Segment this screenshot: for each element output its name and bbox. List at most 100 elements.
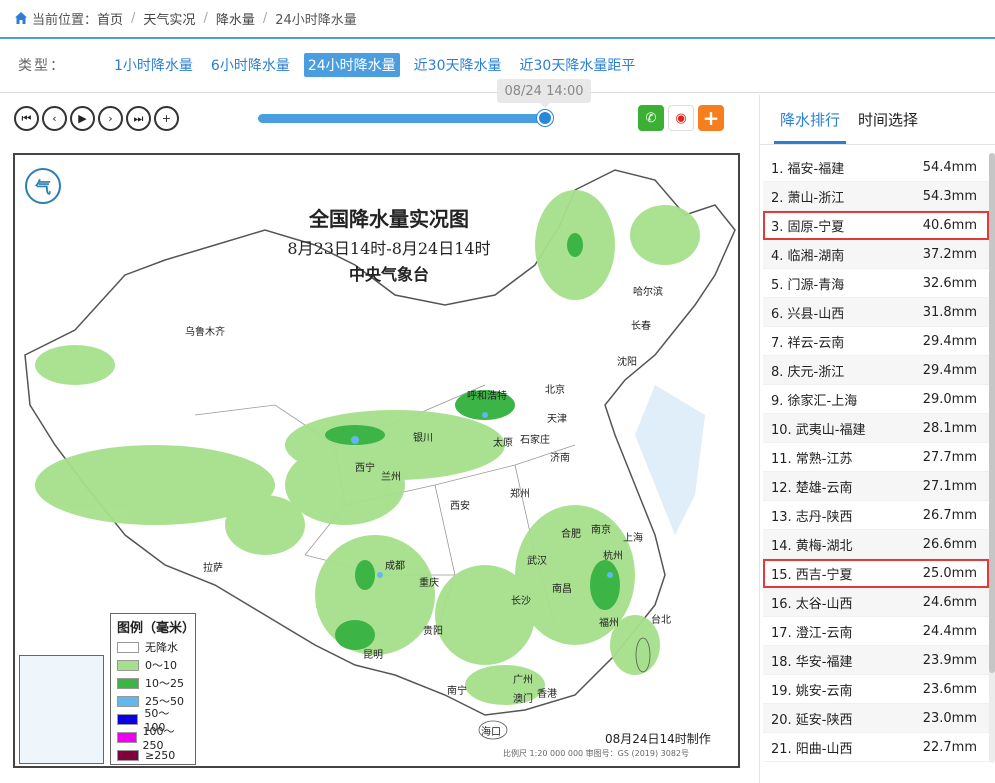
- ranking-row[interactable]: 14. 黄梅-湖北 26.6mm: [763, 530, 989, 559]
- station-name: 12. 楚雄-云南: [771, 480, 853, 496]
- type-selector: 类型： 1小时降水量 6小时降水量 24小时降水量 近30天降水量 近30天降水…: [0, 50, 995, 80]
- city-label: 杭州: [603, 551, 623, 562]
- city-label: 武汉: [527, 556, 547, 567]
- wechat-icon[interactable]: ✆: [638, 105, 664, 131]
- play-icon[interactable]: ▶: [70, 106, 95, 131]
- weibo-icon[interactable]: ◉: [668, 105, 694, 131]
- type-option-1h[interactable]: 1小时降水量: [110, 53, 197, 77]
- city-label: 北京: [545, 385, 565, 396]
- ranking-row[interactable]: 12. 楚雄-云南 27.1mm: [763, 472, 989, 501]
- city-label: 银川: [413, 433, 433, 444]
- city-label: 台北: [651, 615, 671, 626]
- legend-swatch: [117, 731, 137, 743]
- panel-tabs: 降水排行 时间选择: [760, 95, 995, 145]
- breadcrumb-precip[interactable]: 降水量: [216, 9, 255, 28]
- legend-item: 100～250: [117, 725, 189, 752]
- city-label: 广州: [513, 675, 533, 686]
- type-option-24h[interactable]: 24小时降水量: [303, 53, 400, 77]
- ranking-row-highlighted[interactable]: 3. 固原-宁夏 40.6mm: [763, 211, 989, 240]
- ranking-row[interactable]: 4. 临湘-湖南 37.2mm: [763, 240, 989, 269]
- first-frame-icon[interactable]: ⏮: [14, 106, 39, 131]
- type-option-6h[interactable]: 6小时降水量: [207, 53, 294, 77]
- scrollbar-thumb[interactable]: [989, 153, 995, 673]
- breadcrumb-separator: /: [262, 10, 268, 26]
- city-label: 拉萨: [203, 563, 223, 574]
- city-label: 南宁: [447, 686, 467, 697]
- tab-precip-ranking[interactable]: 降水排行: [774, 95, 847, 144]
- legend-item: 10～25: [117, 674, 189, 692]
- ranking-row[interactable]: 9. 徐家汇-上海 29.0mm: [763, 385, 989, 414]
- station-value: 32.6mm: [922, 275, 977, 291]
- city-label: 石家庄: [520, 435, 550, 446]
- legend-label: 0～10: [145, 659, 177, 672]
- city-label: 郑州: [510, 489, 530, 500]
- station-name: 21. 阳曲-山西: [771, 741, 853, 757]
- type-label: 类型：: [18, 58, 66, 74]
- ranking-row[interactable]: 5. 门源-青海 32.6mm: [763, 269, 989, 298]
- ranking-row-highlighted[interactable]: 15. 西吉-宁夏 25.0mm: [763, 559, 989, 588]
- ranking-row[interactable]: 21. 阳曲-山西 22.7mm: [763, 733, 989, 762]
- breadcrumb-current: 24小时降水量: [275, 12, 357, 28]
- station-value: 26.6mm: [922, 536, 977, 552]
- ranking-row[interactable]: 1. 福安-福建 54.4mm: [763, 153, 989, 182]
- station-name: 15. 西吉-宁夏: [771, 567, 853, 583]
- ranking-row[interactable]: 13. 志丹-陕西 26.7mm: [763, 501, 989, 530]
- ranking-row[interactable]: 8. 庆元-浙江 29.4mm: [763, 356, 989, 385]
- station-name: 1. 福安-福建: [771, 161, 845, 177]
- type-option-30d-anomaly[interactable]: 近30天降水量距平: [516, 53, 640, 77]
- slider-time-tooltip: 08/24 14:00: [497, 79, 591, 108]
- map-scale: 比例尺 1:20 000 000 审图号：GS (2019) 3082号: [503, 749, 689, 758]
- player-controls: ⏮ ‹ ▶ › ⏭ +: [14, 106, 179, 131]
- station-value: 27.1mm: [922, 478, 977, 494]
- ranking-row[interactable]: 6. 兴县-山西 31.8mm: [763, 298, 989, 327]
- station-name: 18. 华安-福建: [771, 654, 853, 670]
- prev-frame-icon[interactable]: ‹: [42, 106, 67, 131]
- zoom-in-icon[interactable]: +: [154, 106, 179, 131]
- ranking-row[interactable]: 20. 延安-陕西 23.0mm: [763, 704, 989, 733]
- station-name: 17. 澄江-云南: [771, 625, 853, 641]
- ranking-row[interactable]: 2. 萧山-浙江 54.3mm: [763, 182, 989, 211]
- station-name: 7. 祥云-云南: [771, 335, 845, 351]
- station-value: 23.0mm: [922, 710, 977, 726]
- city-label: 乌鲁木齐: [185, 327, 225, 338]
- ranking-row[interactable]: 18. 华安-福建 23.9mm: [763, 646, 989, 675]
- station-value: 28.1mm: [922, 420, 977, 436]
- time-slider[interactable]: [258, 114, 548, 123]
- legend-label: 10～25: [145, 677, 184, 690]
- legend-title: 图例（毫米）: [117, 621, 196, 636]
- station-value: 27.7mm: [922, 449, 977, 465]
- ranking-row[interactable]: 11. 常熟-江苏 27.7mm: [763, 443, 989, 472]
- legend-swatch: [117, 695, 139, 707]
- city-label: 昆明: [363, 650, 383, 661]
- city-label: 贵阳: [423, 626, 443, 637]
- breadcrumb-weather[interactable]: 天气实况: [143, 9, 195, 28]
- type-option-30d[interactable]: 近30天降水量: [410, 53, 506, 77]
- ranking-row[interactable]: 19. 姚安-云南 23.6mm: [763, 675, 989, 704]
- next-frame-icon[interactable]: ›: [98, 106, 123, 131]
- station-value: 54.4mm: [922, 159, 977, 175]
- legend-swatch: [117, 641, 139, 653]
- legend-swatch: [117, 713, 139, 725]
- station-name: 19. 姚安-云南: [771, 683, 853, 699]
- share-more-icon[interactable]: +: [698, 105, 724, 131]
- legend-label: ≥250: [145, 748, 176, 762]
- ranking-scrollbar[interactable]: [989, 153, 995, 763]
- city-label: 重庆: [419, 578, 439, 589]
- breadcrumb-home[interactable]: 首页: [97, 9, 123, 28]
- station-name: 14. 黄梅-湖北: [771, 538, 853, 554]
- legend-item: 无降水: [117, 638, 189, 656]
- ranking-row[interactable]: 7. 祥云-云南 29.4mm: [763, 327, 989, 356]
- station-value: 40.6mm: [922, 217, 977, 233]
- ranking-row[interactable]: 16. 太谷-山西 24.6mm: [763, 588, 989, 617]
- ranking-row[interactable]: 10. 武夷山-福建 28.1mm: [763, 414, 989, 443]
- station-value: 29.0mm: [922, 391, 977, 407]
- last-frame-icon[interactable]: ⏭: [126, 106, 151, 131]
- station-value: 25.0mm: [922, 565, 977, 581]
- tab-time-select[interactable]: 时间选择: [852, 95, 924, 144]
- city-label: 西安: [450, 501, 470, 512]
- map-agency: 中央气象台: [348, 265, 429, 284]
- breadcrumb: 当前位置： 首页 / 天气实况 / 降水量 / 24小时降水量: [0, 0, 995, 36]
- precipitation-map[interactable]: 气 全国降水量实况图 8月23日14时-8月24日14时 中央气象台 乌鲁木齐 …: [13, 153, 740, 768]
- ranking-row[interactable]: 17. 澄江-云南 24.4mm: [763, 617, 989, 646]
- home-icon[interactable]: [14, 11, 28, 25]
